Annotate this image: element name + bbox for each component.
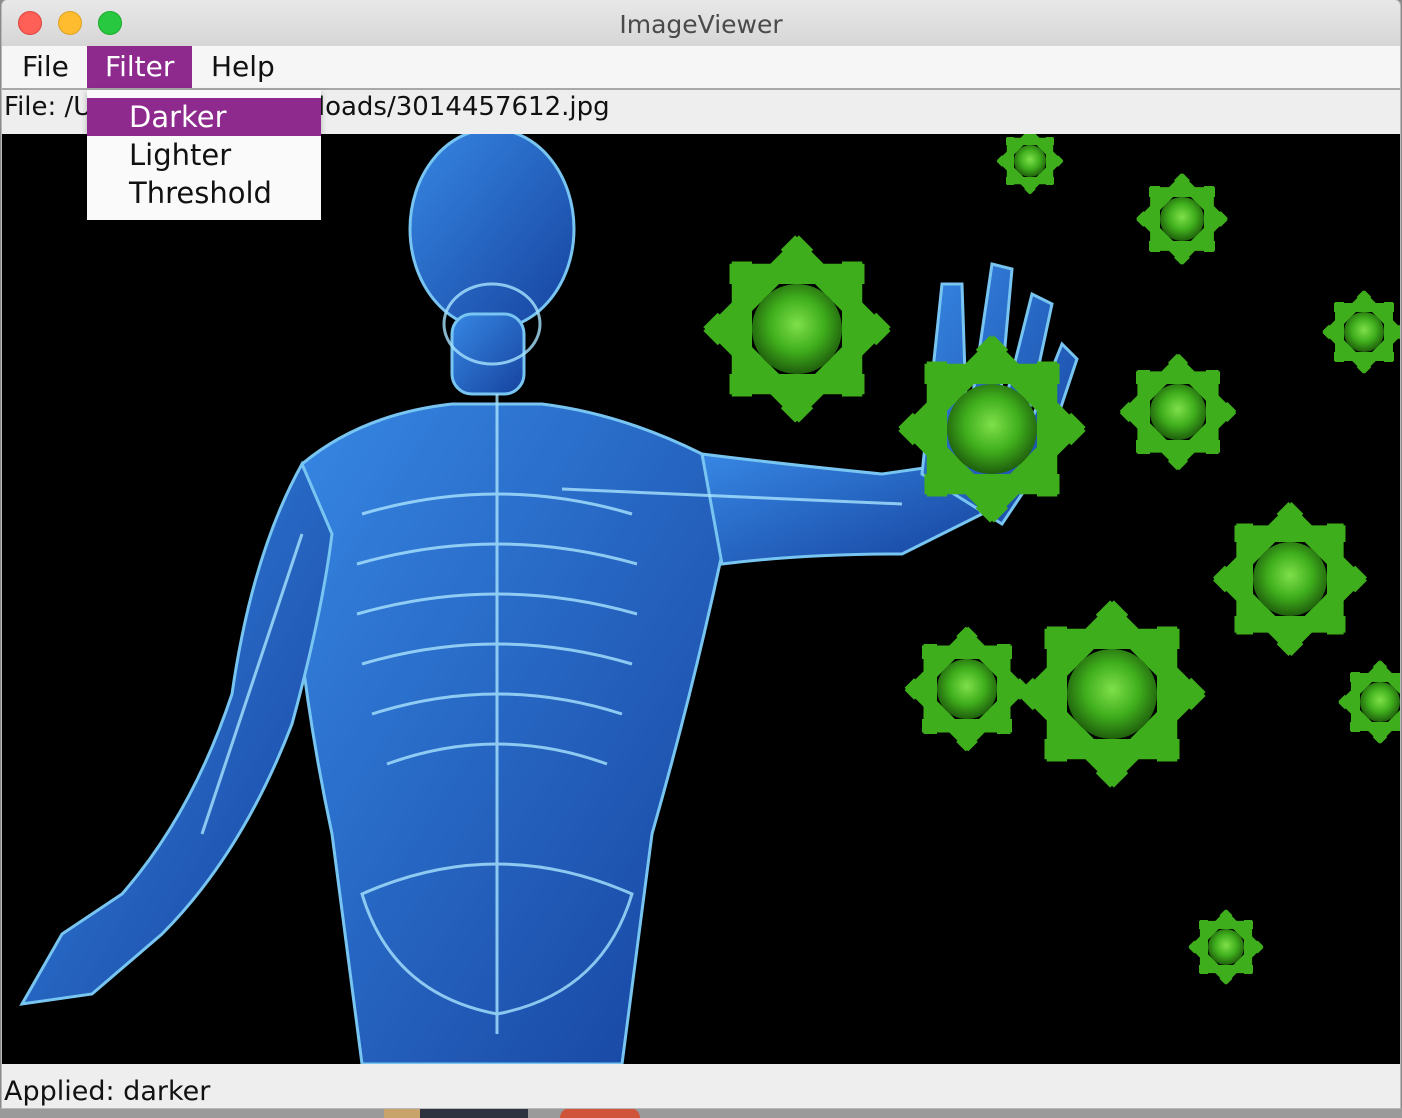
title-bar[interactable]: ImageViewer xyxy=(2,0,1400,47)
desktop-item xyxy=(384,1108,420,1118)
image-viewer-window: ImageViewer File Filter Help File: /User… xyxy=(2,0,1400,1108)
status-label: Applied: darker xyxy=(2,1064,1400,1108)
menu-item-darker[interactable]: Darker xyxy=(87,98,321,136)
desktop-item xyxy=(420,1108,528,1118)
menu-filter[interactable]: Filter xyxy=(87,46,193,88)
desktop-background xyxy=(0,1108,1402,1118)
desktop-item xyxy=(560,1108,640,1118)
filter-menu-dropdown: Darker Lighter Threshold xyxy=(87,90,321,220)
menu-item-threshold[interactable]: Threshold xyxy=(87,174,321,212)
window-title: ImageViewer xyxy=(619,10,783,39)
menu-help[interactable]: Help xyxy=(193,46,293,88)
menu-bar: File Filter Help xyxy=(2,46,1400,90)
image-canvas xyxy=(2,134,1400,1064)
menu-file[interactable]: File xyxy=(4,46,87,88)
xray-skeleton-virus-image xyxy=(19,134,1400,1064)
menu-item-lighter[interactable]: Lighter xyxy=(87,136,321,174)
